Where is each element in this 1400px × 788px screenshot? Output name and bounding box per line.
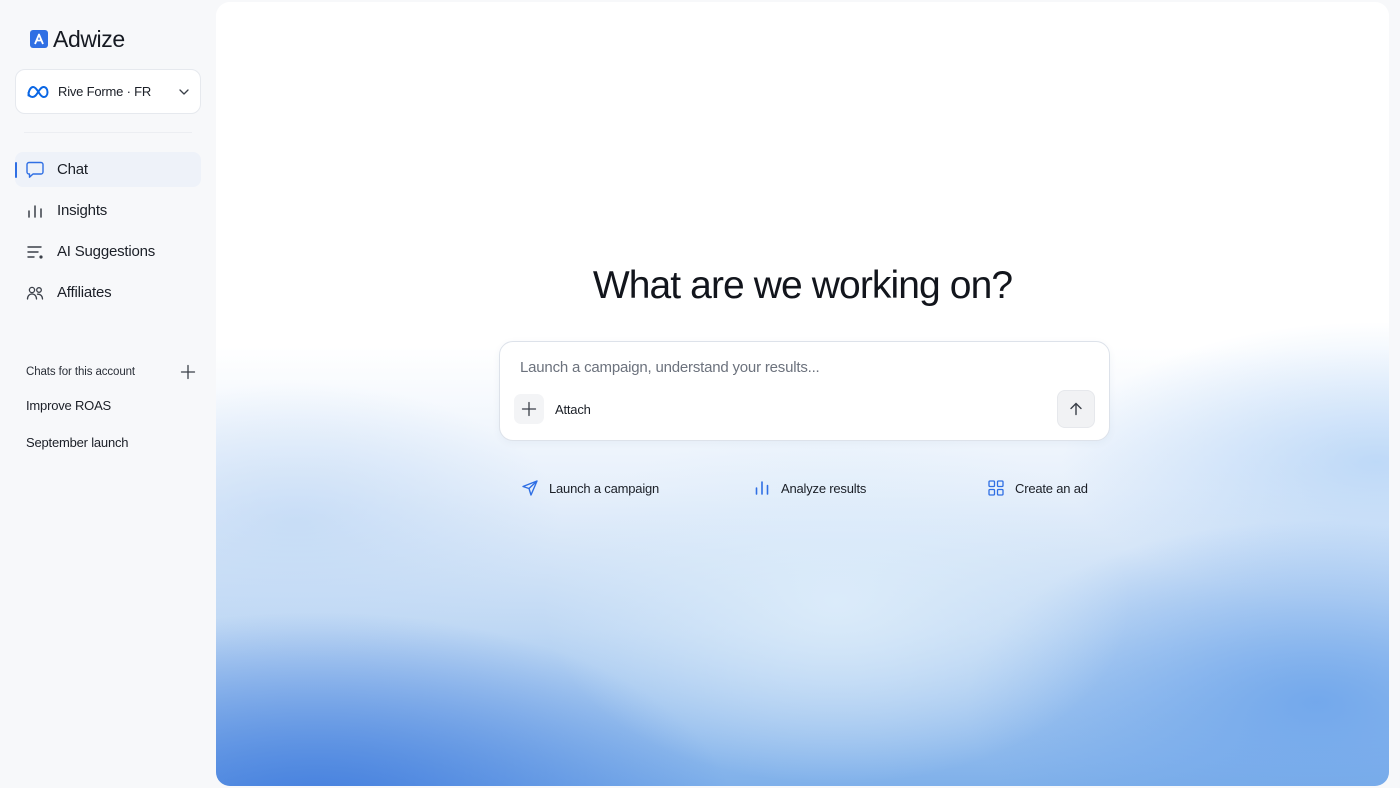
send-button[interactable] xyxy=(1057,390,1095,428)
bar-chart-icon xyxy=(25,201,45,221)
attach-label[interactable]: Attach xyxy=(555,402,591,417)
plus-icon xyxy=(521,401,537,417)
main-panel: What are we working on? Attach Launch a … xyxy=(216,2,1389,786)
sidebar-item-label: Affiliates xyxy=(57,284,112,301)
adwize-logo-icon xyxy=(30,30,48,48)
chat-composer: Attach xyxy=(499,341,1110,441)
chat-list: Improve ROAS September launch xyxy=(26,398,129,472)
sidebar-item-label: Chat xyxy=(57,161,88,178)
chat-item-september-launch[interactable]: September launch xyxy=(26,435,129,453)
account-name: Rive Forme · FR xyxy=(58,84,152,99)
sidebar-item-affiliates[interactable]: Affiliates xyxy=(15,275,201,310)
attach-button[interactable] xyxy=(514,394,544,424)
chats-section-title: Chats for this account xyxy=(26,366,136,378)
bar-chart-icon xyxy=(753,479,771,497)
suggestion-chips: Launch a campaign Analyze results Create… xyxy=(216,477,1389,499)
sidebar-item-label: AI Suggestions xyxy=(57,243,156,260)
app-window: Adwize Rive Forme · FR Chat Insights AI … xyxy=(0,0,1400,788)
new-chat-plus-icon[interactable] xyxy=(180,364,196,380)
prompt-input[interactable] xyxy=(520,356,1080,378)
brand-name: Adwize xyxy=(53,25,125,52)
suggestion-launch-campaign[interactable]: Launch a campaign xyxy=(521,477,659,499)
suggestion-label: Launch a campaign xyxy=(549,480,660,496)
sidebar-nav: Chat Insights AI Suggestions Affiliates xyxy=(15,152,201,316)
list-sparkle-icon xyxy=(25,242,45,262)
arrow-up-icon xyxy=(1070,402,1082,416)
suggestion-label: Create an ad xyxy=(1015,480,1088,496)
chat-bubble-icon xyxy=(25,160,45,180)
sidebar-item-ai-suggestions[interactable]: AI Suggestions xyxy=(15,234,201,269)
suggestion-create-ad[interactable]: Create an ad xyxy=(987,477,1088,499)
meta-icon xyxy=(26,85,50,99)
chat-item-improve-roas[interactable]: Improve ROAS xyxy=(26,398,128,416)
sidebar-item-chat[interactable]: Chat xyxy=(15,152,201,187)
grid-icon xyxy=(987,479,1005,497)
account-selector[interactable]: Rive Forme · FR xyxy=(15,69,201,114)
people-icon xyxy=(25,283,45,303)
sidebar-divider xyxy=(24,132,192,133)
chats-section-header: Chats for this account xyxy=(26,362,196,382)
sidebar-item-label: Insights xyxy=(57,202,108,219)
paper-plane-icon xyxy=(521,479,539,497)
chevron-down-icon xyxy=(178,86,190,98)
suggestion-analyze-results[interactable]: Analyze results xyxy=(753,477,866,499)
brand[interactable]: Adwize xyxy=(30,26,125,52)
sidebar-item-insights[interactable]: Insights xyxy=(15,193,201,228)
sidebar: Adwize Rive Forme · FR Chat Insights AI … xyxy=(0,0,216,788)
suggestion-label: Analyze results xyxy=(781,480,867,496)
page-title: What are we working on? xyxy=(592,264,1013,307)
